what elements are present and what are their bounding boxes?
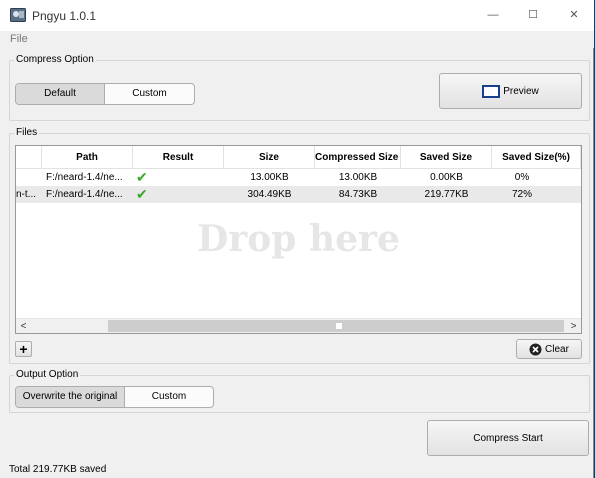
column-header-name[interactable] bbox=[16, 146, 42, 169]
cell-name bbox=[16, 169, 42, 186]
column-header-size[interactable]: Size bbox=[224, 146, 315, 169]
drop-here-hint: Drop here bbox=[197, 218, 400, 260]
close-button[interactable]: ✕ bbox=[563, 5, 585, 25]
files-label: Files bbox=[14, 127, 40, 138]
app-window: Pngyu 1.0.1 — ☐ ✕ File Compress Option D… bbox=[0, 0, 594, 478]
compress-option-label: Compress Option bbox=[14, 54, 96, 65]
minimize-button[interactable]: — bbox=[482, 5, 504, 25]
column-header-saved-size[interactable]: Saved Size bbox=[401, 146, 492, 169]
cell-compressed-size: 84.73KB bbox=[338, 189, 378, 200]
cell-saved-size: 0.00KB bbox=[430, 172, 463, 183]
cell-size: 13.00KB bbox=[250, 172, 289, 183]
preview-button[interactable]: Preview bbox=[439, 73, 582, 109]
scrollbar-grip bbox=[336, 323, 342, 329]
scrollbar-thumb[interactable] bbox=[108, 320, 564, 332]
title-bar: Pngyu 1.0.1 — ☐ ✕ bbox=[0, 0, 594, 31]
output-option-label: Output Option bbox=[14, 369, 81, 380]
cell-saved-pct: 72% bbox=[511, 189, 532, 200]
table-row[interactable]: n-t... F:/neard-1.4/ne... ✔ 304.49KB 84.… bbox=[16, 186, 581, 203]
column-header-compressed-size[interactable]: Compressed Size bbox=[315, 146, 401, 169]
output-custom-button[interactable]: Custom bbox=[125, 387, 213, 407]
cell-path: F:/neard-1.4/ne... bbox=[46, 189, 123, 200]
clear-label: Clear bbox=[545, 343, 569, 355]
add-icon[interactable]: + bbox=[15, 341, 32, 357]
scroll-left-icon[interactable]: < bbox=[16, 319, 31, 333]
compress-mode-toggle: Default Custom bbox=[15, 83, 195, 105]
column-header-result[interactable]: Result bbox=[133, 146, 224, 169]
files-table[interactable]: Path Result Size Compressed Size Saved S… bbox=[15, 145, 582, 334]
output-mode-toggle: Overwrite the original Custom bbox=[15, 386, 214, 408]
check-icon: ✔ bbox=[136, 169, 148, 185]
status-bar-text: Total 219.77KB saved bbox=[9, 464, 107, 475]
cell-saved-size: 219.77KB bbox=[424, 189, 469, 200]
cell-compressed-size: 13.00KB bbox=[338, 172, 378, 183]
clear-icon bbox=[529, 343, 542, 355]
preview-icon bbox=[482, 84, 501, 98]
column-header-saved-size-pct[interactable]: Saved Size(%) bbox=[492, 146, 581, 169]
compress-start-button[interactable]: Compress Start bbox=[427, 420, 589, 456]
cell-saved-pct: 0% bbox=[514, 172, 530, 183]
cell-path: F:/neard-1.4/ne... bbox=[46, 172, 123, 183]
horizontal-scrollbar[interactable]: < > bbox=[16, 318, 581, 333]
default-mode-button[interactable]: Default bbox=[16, 84, 105, 104]
preview-label: Preview bbox=[503, 85, 539, 97]
table-row[interactable]: F:/neard-1.4/ne... ✔ 13.00KB 13.00KB 0.0… bbox=[16, 169, 581, 186]
menu-bar: File bbox=[0, 31, 594, 48]
scroll-right-icon[interactable]: > bbox=[566, 319, 581, 333]
app-icon bbox=[10, 8, 26, 22]
maximize-button[interactable]: ☐ bbox=[522, 5, 544, 25]
cell-size: 304.49KB bbox=[247, 189, 292, 200]
menu-file[interactable]: File bbox=[10, 33, 28, 45]
column-header-path[interactable]: Path bbox=[42, 146, 133, 169]
window-title: Pngyu 1.0.1 bbox=[32, 9, 97, 23]
cell-name: n-t... bbox=[16, 189, 37, 200]
custom-mode-button[interactable]: Custom bbox=[105, 84, 194, 104]
check-icon: ✔ bbox=[136, 186, 148, 202]
overwrite-original-button[interactable]: Overwrite the original bbox=[16, 387, 125, 407]
clear-button[interactable]: Clear bbox=[516, 339, 582, 359]
